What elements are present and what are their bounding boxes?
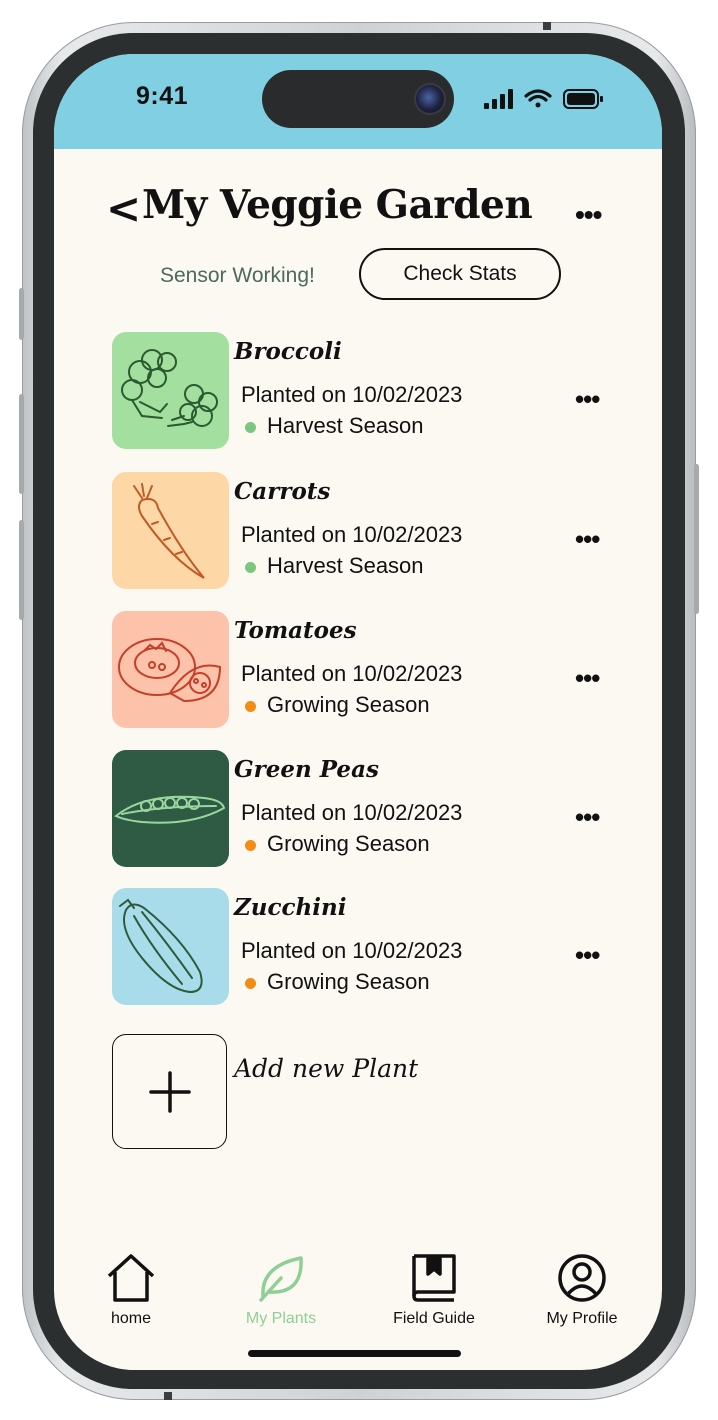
plant-name: Zucchini	[234, 894, 347, 921]
add-plant-button[interactable]	[112, 1034, 227, 1149]
planted-date: Planted on 10/02/2023	[241, 938, 463, 963]
plant-thumbnail	[112, 611, 229, 728]
dynamic-island	[262, 70, 454, 128]
status-dot	[245, 701, 256, 712]
nav-label: My Plants	[245, 1310, 317, 1327]
nav-label: home	[110, 1310, 152, 1327]
status-dot	[245, 422, 256, 433]
plant-thumbnail	[112, 472, 229, 589]
plant-more-button[interactable]: •••	[575, 940, 600, 971]
back-button[interactable]: <	[106, 184, 141, 233]
planted-date: Planted on 10/02/2023	[241, 800, 463, 825]
plant-more-button[interactable]: •••	[575, 663, 600, 694]
screen: 9:41 < My Veggie Garden ••• Sensor Worki…	[54, 54, 662, 1370]
status-dot	[245, 978, 256, 989]
battery-icon	[563, 89, 603, 109]
plus-icon	[149, 1071, 191, 1113]
nav-my-profile[interactable]: My Profile	[522, 1252, 642, 1328]
nav-field-guide[interactable]: Field Guide	[374, 1252, 494, 1328]
phone-side-button	[694, 464, 699, 614]
add-plant-label[interactable]: Add new Plant	[234, 1054, 418, 1083]
plant-name: Tomatoes	[234, 617, 357, 644]
sensor-status-text: Sensor Working!	[160, 264, 315, 287]
plant-item-zucchini[interactable]: Zucchini Planted on 10/02/2023 Growing S…	[112, 888, 612, 1006]
plant-more-button[interactable]: •••	[575, 802, 600, 833]
phone-side-button	[19, 520, 24, 620]
status-dot	[245, 840, 256, 851]
season-status: Harvest Season	[267, 553, 424, 578]
home-indicator[interactable]	[248, 1350, 461, 1357]
book-icon	[412, 1254, 456, 1302]
zucchini-icon	[119, 898, 203, 994]
nav-label: My Profile	[546, 1310, 618, 1327]
nav-my-plants[interactable]: My Plants	[221, 1252, 341, 1328]
status-time: 9:41	[136, 82, 189, 110]
plant-thumbnail	[112, 332, 229, 449]
plant-more-button[interactable]: •••	[575, 524, 600, 555]
signal-icon	[484, 89, 513, 109]
nav-home[interactable]: home	[71, 1252, 191, 1328]
plant-thumbnail	[112, 750, 229, 867]
plant-name: Carrots	[234, 478, 331, 505]
more-options-button[interactable]: •••	[575, 199, 602, 231]
phone-side-button	[19, 394, 24, 494]
status-dot	[245, 562, 256, 573]
season-status: Growing Season	[267, 692, 430, 717]
planted-date: Planted on 10/02/2023	[241, 382, 463, 407]
plant-item-green-peas[interactable]: Green Peas Planted on 10/02/2023 Growing…	[112, 750, 612, 868]
check-stats-button[interactable]: Check Stats	[359, 248, 561, 300]
season-status: Harvest Season	[267, 413, 424, 438]
carrot-icon	[133, 483, 205, 579]
planted-date: Planted on 10/02/2023	[241, 661, 463, 686]
planted-date: Planted on 10/02/2023	[241, 522, 463, 547]
plant-name: Broccoli	[234, 338, 342, 365]
profile-icon	[558, 1254, 606, 1302]
leaf-icon	[259, 1256, 303, 1302]
broccoli-icon	[121, 349, 218, 427]
plant-thumbnail	[112, 888, 229, 1005]
home-icon	[107, 1254, 155, 1302]
camera-icon	[416, 85, 444, 113]
phone-side-button	[19, 288, 24, 340]
plant-item-broccoli[interactable]: Broccoli Planted on 10/02/2023 Harvest S…	[112, 332, 612, 450]
status-bar: 9:41	[54, 54, 662, 149]
plant-item-carrots[interactable]: Carrots Planted on 10/02/2023 Harvest Se…	[112, 472, 612, 590]
antenna-band	[164, 1392, 172, 1400]
pea-pod-icon	[114, 795, 226, 824]
wifi-icon	[524, 89, 552, 108]
plant-item-tomatoes[interactable]: Tomatoes Planted on 10/02/2023 Growing S…	[112, 611, 612, 729]
nav-label: Field Guide	[393, 1310, 475, 1327]
plant-name: Green Peas	[234, 756, 379, 783]
status-icons	[484, 89, 603, 109]
plant-more-button[interactable]: •••	[575, 384, 600, 415]
tomato-icon	[118, 638, 222, 703]
antenna-band	[543, 22, 551, 30]
page-title: My Veggie Garden	[142, 182, 533, 228]
season-status: Growing Season	[267, 969, 430, 994]
season-status: Growing Season	[267, 831, 430, 856]
